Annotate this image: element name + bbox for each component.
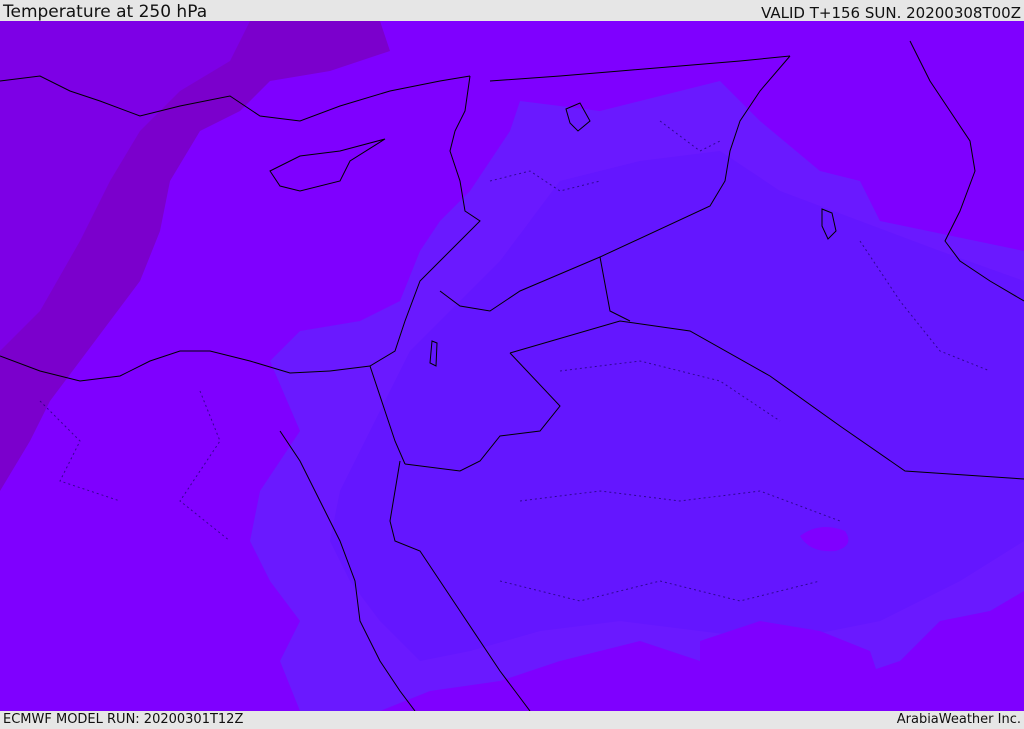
model-run-label: ECMWF MODEL RUN: 20200301T12Z xyxy=(3,712,244,727)
credit-label: ArabiaWeather Inc. xyxy=(896,712,1021,727)
valid-time: VALID T+156 SUN. 20200308T00Z xyxy=(761,4,1021,22)
header-bar: Temperature at 250 hPa VALID T+156 SUN. … xyxy=(0,0,1024,21)
temperature-map xyxy=(0,21,1024,711)
footer-bar: ECMWF MODEL RUN: 20200301T12Z ArabiaWeat… xyxy=(0,711,1024,729)
map-title: Temperature at 250 hPa xyxy=(3,2,208,22)
